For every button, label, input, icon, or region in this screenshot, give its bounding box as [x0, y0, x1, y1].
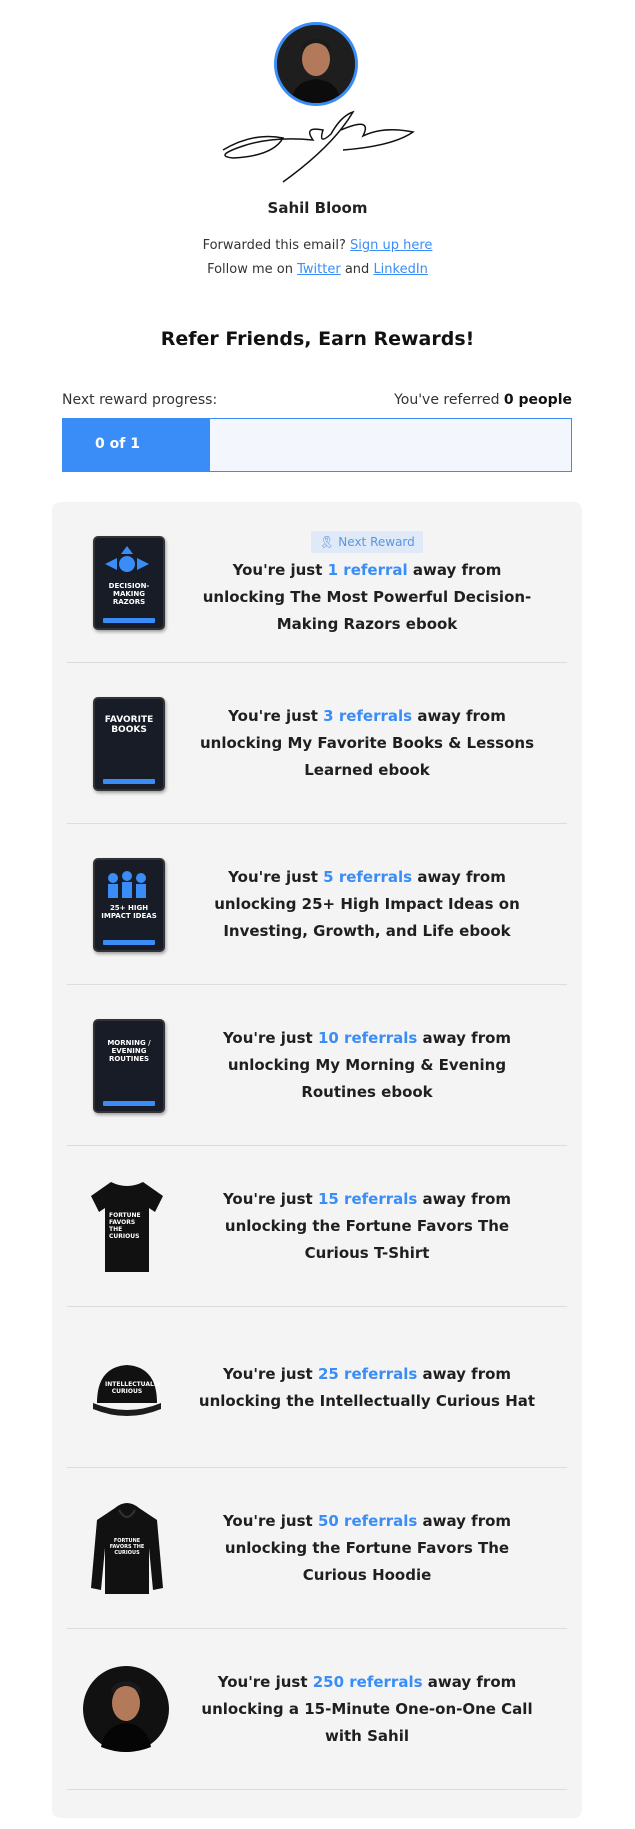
- referral-count: 25 referrals: [317, 1364, 418, 1383]
- reward-row: FORTUNE FAVORS THE CURIOUS You're just 1…: [67, 1146, 567, 1307]
- referred-count-line: You've referred 0 people: [394, 392, 572, 408]
- reward-prefix: You're just: [222, 1364, 313, 1383]
- author-avatar: [274, 22, 358, 106]
- reward-description: You're just 5 referrals away from unlock…: [197, 824, 537, 985]
- referral-count: 5 referrals: [323, 868, 413, 886]
- reward-prefix: You're just: [222, 1029, 313, 1047]
- cover-title: FAVORITE BOOKS: [104, 715, 154, 735]
- progress-bar: 0 of 1: [62, 418, 572, 472]
- reward-prefix: You're just: [232, 560, 323, 579]
- cover-title: DECISION-MAKING RAZORS: [108, 582, 150, 606]
- referral-count: 15 referrals: [317, 1190, 418, 1208]
- referral-count: 1 referral: [327, 560, 408, 579]
- ebook-cover-image: FAVORITE BOOKS: [89, 693, 165, 793]
- shirt-print: FORTUNE FAVORS THE CURIOUS: [109, 1212, 141, 1240]
- reward-row: INTELLECTUALLY CURIOUS You're just 25 re…: [67, 1307, 567, 1468]
- progress-label: Next reward progress:: [62, 392, 218, 408]
- rewards-panel: DECISION-MAKING RAZORS 🎗 Next Reward You…: [52, 502, 582, 1818]
- hoodie-print: FORTUNE FAVORS THE CURIOUS: [109, 1538, 145, 1556]
- reward-description: You're just 250 referrals away from unlo…: [197, 1629, 537, 1790]
- hat-image: INTELLECTUALLY CURIOUS: [89, 1337, 165, 1437]
- hoodie-image: FORTUNE FAVORS THE CURIOUS: [89, 1498, 165, 1598]
- reward-item: the Fortune Favors The Curious T-Shirt: [304, 1217, 510, 1262]
- reward-item: My Morning & Evening Routines ebook: [301, 1056, 507, 1101]
- reward-description: You're just 50 referrals away from unloc…: [197, 1468, 537, 1629]
- follow-text: Follow me on: [207, 262, 293, 277]
- forwarded-line: Forwarded this email? Sign up here: [0, 238, 635, 253]
- reward-prefix: You're just: [222, 1190, 313, 1208]
- ebook-cover-image: DECISION-MAKING RAZORS: [89, 532, 165, 632]
- newsletter-page: Sahil Bloom Forwarded this email? Sign u…: [0, 0, 635, 1829]
- ribbon-icon: 🎗: [319, 534, 335, 549]
- reward-row: MORNING / EVENING ROUTINES You're just 1…: [67, 985, 567, 1146]
- follow-line: Follow me on Twitter and LinkedIn: [0, 262, 635, 277]
- cover-title: 25+ HIGH IMPACT IDEAS: [101, 904, 157, 920]
- reward-row: FAVORITE BOOKS You're just 3 referrals a…: [67, 663, 567, 824]
- reward-prefix: You're just: [228, 707, 318, 725]
- reward-row: You're just 250 referrals away from unlo…: [67, 1629, 567, 1790]
- referral-count: 250 referrals: [312, 1673, 423, 1691]
- reward-description: You're just 3 referrals away from unlock…: [197, 663, 537, 824]
- signature-image: [222, 110, 415, 183]
- reward-row: 25+ HIGH IMPACT IDEAS You're just 5 refe…: [67, 824, 567, 985]
- sahil-photo: [83, 1659, 169, 1759]
- referred-prefix: You've referred: [394, 392, 500, 408]
- ebook-cover-image: MORNING / EVENING ROUTINES: [89, 1015, 165, 1115]
- reward-row: FORTUNE FAVORS THE CURIOUS You're just 5…: [67, 1468, 567, 1629]
- cover-title: MORNING / EVENING ROUTINES: [107, 1039, 151, 1063]
- reward-item: the Intellectually Curious Hat: [286, 1391, 536, 1410]
- referral-count: 50 referrals: [317, 1512, 418, 1530]
- reward-prefix: You're just: [228, 868, 318, 886]
- author-name: Sahil Bloom: [267, 199, 368, 217]
- linkedin-link[interactable]: LinkedIn: [373, 262, 427, 277]
- reward-item: a 15-Minute One-on-One Call with Sahil: [288, 1700, 533, 1745]
- referral-count: 3 referrals: [323, 707, 413, 725]
- referral-title: Refer Friends, Earn Rewards!: [160, 328, 475, 350]
- reward-item: My Favorite Books & Lessons Learned eboo…: [287, 734, 535, 779]
- hat-print: INTELLECTUALLY CURIOUS: [105, 1381, 162, 1395]
- ebook-cover-image: 25+ HIGH IMPACT IDEAS: [89, 854, 165, 954]
- reward-item: the Fortune Favors The Curious Hoodie: [302, 1539, 510, 1584]
- forwarded-text: Forwarded this email?: [202, 238, 346, 253]
- progress-text: 0 of 1: [95, 436, 140, 452]
- reward-row: DECISION-MAKING RAZORS 🎗 Next Reward You…: [67, 502, 567, 663]
- tshirt-image: FORTUNE FAVORS THE CURIOUS: [89, 1176, 165, 1276]
- reward-item: The Most Powerful Decision-Making Razors…: [276, 587, 532, 633]
- reward-prefix: You're just: [217, 1673, 308, 1691]
- reward-description: You're just 15 referrals away from unloc…: [197, 1146, 537, 1307]
- referred-count: 0 people: [503, 392, 572, 408]
- twitter-link[interactable]: Twitter: [297, 262, 341, 277]
- reward-prefix: You're just: [222, 1512, 313, 1530]
- reward-description: You're just 10 referrals away from unloc…: [197, 985, 537, 1146]
- reward-description: You're just 25 referrals away from unloc…: [197, 1307, 537, 1468]
- reward-description: 🎗 Next Reward You're just 1 referral awa…: [197, 502, 537, 663]
- referral-count: 10 referrals: [317, 1029, 418, 1047]
- and-text: and: [344, 262, 370, 277]
- next-reward-badge: 🎗 Next Reward: [311, 530, 423, 553]
- signup-link[interactable]: Sign up here: [350, 238, 432, 253]
